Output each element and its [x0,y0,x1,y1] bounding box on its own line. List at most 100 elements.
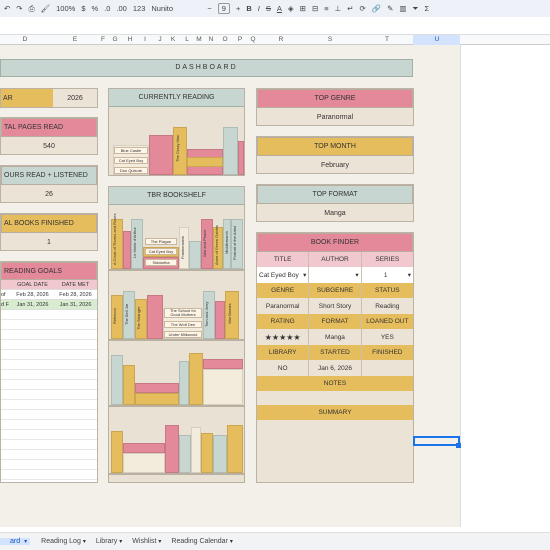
summary-area[interactable] [257,420,413,490]
book-spine [165,425,179,473]
col-header-k[interactable]: K [168,36,178,43]
sum-button[interactable]: Σ [425,4,430,13]
borders-icon[interactable]: ⊞ [300,4,306,13]
goal-name: d F [1,301,9,308]
col-header-u[interactable]: U [432,36,442,43]
top-format-value: Manga [324,210,346,217]
year-label: AR [1,89,53,107]
goals-header-row: GOAL DATE DATE MET [1,280,97,290]
fill-color-icon[interactable]: ◈ [288,4,294,13]
number-format-button[interactable]: 123 [133,4,146,13]
tab-menu-icon[interactable]: ▾ [24,538,27,545]
book-spine [203,359,243,369]
top-format-card: TOP FORMAT Manga [256,184,414,222]
col-header-i[interactable]: I [140,36,150,43]
author-dropdown[interactable]: ▾ [309,267,362,283]
link-icon[interactable]: 🔗 [372,4,381,13]
rotate-icon[interactable]: ⟳ [359,4,365,13]
undo-icon[interactable]: ↶ [4,4,10,13]
col-header-n[interactable]: N [206,36,216,43]
reading-goals-card: READING GOALS GOAL DATE DATE MET of Feb … [0,261,98,483]
book-label: Under Milkwood [164,331,202,338]
col-header-h[interactable]: H [125,36,135,43]
font-size-decrease[interactable]: − [207,4,211,13]
col-header-g[interactable]: G [110,36,120,43]
font-size-input[interactable]: 9 [217,3,230,14]
goal-date-met: Feb 28, 2026 [59,291,92,298]
book-spine [111,355,123,405]
book-spine [191,427,201,473]
currency-button[interactable]: $ [81,4,85,13]
finder-value-row: NO Jan 6, 2026 [257,360,413,376]
goal-row[interactable]: of Feb 28, 2026 Feb 28, 2026 [1,290,97,300]
strikethrough-button[interactable]: S [266,4,271,13]
year-value: 2026 [67,94,83,102]
goal-empty-rows[interactable] [1,310,97,480]
book-label: The School for Good Mothers [164,308,202,318]
formula-bar[interactable] [0,17,550,35]
col-header-f[interactable]: F [98,36,108,43]
goal-date-header: GOAL DATE [17,281,48,288]
col-header-o[interactable]: O [220,36,230,43]
notes-area[interactable] [257,391,413,405]
valign-icon[interactable]: ⊥ [335,4,342,13]
series-dropdown[interactable]: 1 ▾ [362,267,413,283]
finder-col-loaned: LOANED OUT [366,318,409,325]
text-color-button[interactable]: A [277,4,282,13]
zoom-select[interactable]: 100% [56,4,75,13]
rating-stars: ★★★★★ [257,329,310,345]
tab-menu-icon[interactable]: ▾ [230,538,233,545]
chevron-down-icon: ▾ [407,272,411,279]
percent-button[interactable]: % [91,4,98,13]
chart-icon[interactable]: ▥ [399,4,406,13]
title-dropdown[interactable]: Cat Eyed Boy ▾ [257,267,310,283]
finder-col-genre: GENRE [257,283,310,298]
col-header-m[interactable]: M [194,36,204,43]
merge-icon[interactable]: ⊟ [312,4,318,13]
book-label-don-quixote: Don Quixote [114,167,148,174]
col-header-j[interactable]: J [155,36,165,43]
top-genre-value: Paranormal [316,114,354,121]
col-header-l[interactable]: L [182,36,192,43]
wrap-icon[interactable]: ↵ [347,4,353,13]
paint-format-icon[interactable]: 🖌 [41,4,51,13]
book-label: Rebecca [112,308,117,324]
fill-handle[interactable] [456,443,461,448]
col-header-s[interactable]: S [325,36,335,43]
goal-date-met: Jan 31, 2026 [59,301,92,308]
summary-header: SUMMARY [257,405,413,420]
bold-button[interactable]: B [246,4,251,13]
tab-reading-calendar[interactable]: Reading Calendar [161,538,237,545]
finder-value-row: ★★★★★ Manga YES [257,329,413,345]
font-select[interactable]: Nunito [151,4,201,13]
book-label: Anne of Green Gables [214,225,219,265]
col-header-r[interactable]: R [276,36,286,43]
align-icon[interactable]: ≡ [324,4,328,13]
library-value: NO [257,360,310,376]
col-header-p[interactable]: P [235,36,245,43]
col-header-d[interactable]: D [15,36,35,43]
format-value: Manga [309,329,362,345]
top-genre-label: TOP GENRE [257,89,413,108]
selected-cell[interactable] [413,436,460,446]
empty-grid[interactable] [460,45,550,527]
italic-button[interactable]: I [258,4,260,13]
increase-decimal-button[interactable]: .00 [116,4,126,13]
year-card: AR 2026 [0,88,98,108]
col-header-e[interactable]: E [65,36,85,43]
comment-icon[interactable]: ✎ [387,4,393,13]
books-finished-value: 1 [47,239,51,246]
genre-value: Paranormal [257,298,310,314]
goal-row[interactable]: d F Jan 31, 2026 Jan 31, 2026 [1,300,97,310]
tbr-shelf-1: A Court of Thorns and Roses Le Morte d'A… [109,211,244,271]
filter-icon[interactable]: ⏷ [413,4,419,14]
redo-icon[interactable]: ↷ [16,4,22,13]
book-label: Frankenstein [180,235,185,259]
hours-value: 26 [45,191,53,198]
book-spine [123,365,135,405]
decrease-decimal-button[interactable]: .0 [104,4,110,13]
col-header-q[interactable]: Q [248,36,258,43]
col-header-t[interactable]: T [382,36,392,43]
font-size-increase[interactable]: + [236,4,240,13]
print-icon[interactable]: ⎙ [29,4,35,14]
